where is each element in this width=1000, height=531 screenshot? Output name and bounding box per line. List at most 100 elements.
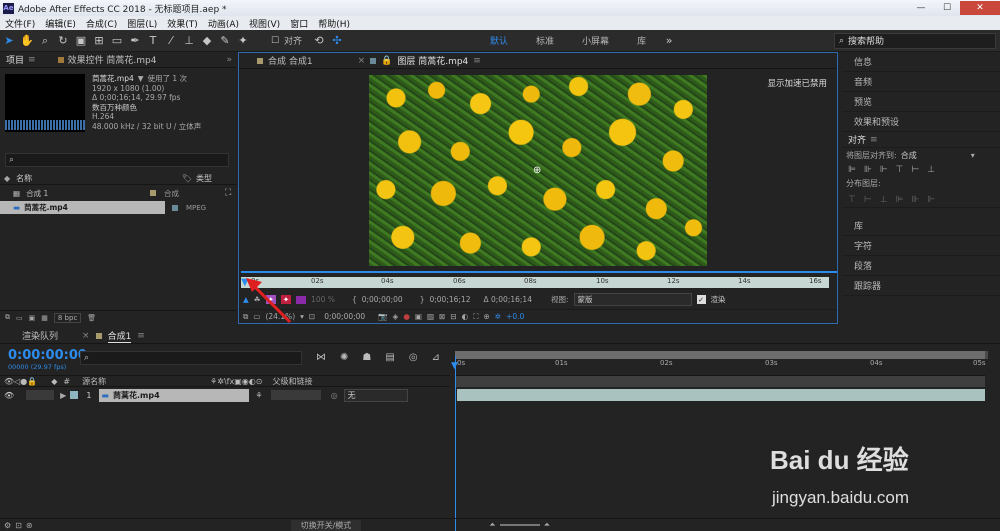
- timeline-search-input[interactable]: ⌕: [80, 351, 302, 365]
- tab-composition[interactable]: 合成 合成1: [268, 54, 313, 67]
- distribute-left-icon[interactable]: ⊫: [896, 195, 904, 205]
- align-right-icon[interactable]: ⊩: [880, 165, 888, 175]
- expand-panel-icon[interactable]: »: [226, 55, 232, 65]
- view-dropdown[interactable]: 蒙版: [573, 293, 692, 306]
- panel-libraries[interactable]: 库: [842, 216, 1000, 236]
- project-item-comp[interactable]: ▦ 合成 1 合成: [0, 187, 236, 199]
- panel-menu-icon[interactable]: ≡: [473, 56, 481, 66]
- panel-tracker[interactable]: 跟踪器: [842, 276, 1000, 296]
- draft-3d-icon[interactable]: ✺: [340, 352, 348, 363]
- workspace-small-screen[interactable]: 小屏幕: [568, 34, 623, 47]
- new-folder-icon[interactable]: ▭: [16, 314, 23, 322]
- camera-snapshot-icon[interactable]: 📷: [378, 312, 387, 321]
- rectangle-tool-icon[interactable]: ▭: [108, 32, 126, 50]
- comp-flowchart-icon[interactable]: ⋈: [316, 352, 326, 363]
- workspace-standard[interactable]: 标准: [522, 34, 568, 47]
- close-tab-icon[interactable]: ×: [358, 56, 366, 66]
- tab-layer[interactable]: 图层 茼蒿花.mp4: [397, 54, 468, 67]
- tab-render-queue[interactable]: 渲染队列: [22, 329, 58, 342]
- project-settings-icon[interactable]: ▦: [41, 314, 48, 322]
- out-timecode[interactable]: 0;00;16;12: [429, 295, 470, 304]
- channel-icon[interactable]: ●: [403, 312, 410, 321]
- align-left-icon[interactable]: ⊫: [848, 165, 856, 175]
- tab-comp1[interactable]: 合成1: [107, 329, 132, 343]
- interpret-footage-icon[interactable]: ⧉: [5, 313, 10, 322]
- camera-tool-icon[interactable]: ▣: [72, 32, 90, 50]
- pick-whip-icon[interactable]: ◎: [331, 391, 338, 400]
- parent-dropdown[interactable]: 无: [343, 388, 408, 402]
- layer-label-swatch[interactable]: [70, 391, 79, 399]
- tab-effect-controls[interactable]: 效果控件 茼蒿花.mp4: [68, 53, 157, 66]
- minimize-button[interactable]: —: [908, 1, 934, 15]
- menu-file[interactable]: 文件(F): [0, 17, 40, 30]
- modes-pane-icon[interactable]: ⊡: [15, 521, 22, 530]
- hand-tool-icon[interactable]: ✋: [18, 32, 36, 50]
- align-hcenter-icon[interactable]: ⊪: [864, 165, 872, 175]
- column-type-header[interactable]: 类型: [196, 173, 212, 184]
- layer-duration-bar[interactable]: [457, 389, 985, 401]
- column-parent[interactable]: 父级和链接: [272, 376, 312, 387]
- roto-brush-tool-icon[interactable]: ✎: [216, 32, 234, 50]
- frame-blending-icon[interactable]: ▤: [385, 352, 394, 363]
- flowchart-icon[interactable]: ⛶: [225, 188, 231, 198]
- panel-audio[interactable]: 音频: [842, 72, 1000, 92]
- brush-tool-icon[interactable]: ⁄: [162, 32, 180, 50]
- close-tab-icon[interactable]: ×: [82, 331, 90, 341]
- snap-options-icon[interactable]: ✣: [328, 32, 346, 50]
- layer-time-ruler[interactable]: 0s 02s 04s 06s 08s 10s 12s 14s 16s: [241, 277, 829, 288]
- dropdown-icon[interactable]: ▼: [138, 74, 144, 84]
- expand-layer-icon[interactable]: ▶: [60, 391, 66, 400]
- lock-icon[interactable]: 🔒: [381, 56, 392, 66]
- shy-icon[interactable]: ☗: [362, 352, 371, 363]
- menu-composition[interactable]: 合成(C): [81, 17, 122, 30]
- menu-window[interactable]: 窗口: [285, 17, 313, 30]
- distribute-right-icon[interactable]: ⊩: [927, 195, 935, 205]
- panel-menu-icon[interactable]: ≡: [137, 331, 145, 341]
- puppet-tool-icon[interactable]: ✦: [234, 32, 252, 50]
- render-checkbox[interactable]: ✓: [696, 295, 706, 304]
- out-bracket-icon[interactable]: }: [420, 295, 425, 304]
- align-top-icon[interactable]: ⊤: [896, 165, 904, 175]
- toggle-switches-modes-button[interactable]: 切换开关/模式: [290, 519, 362, 531]
- in-timecode[interactable]: 0;00;00;00: [362, 295, 403, 304]
- panel-info[interactable]: 信息: [842, 52, 1000, 72]
- distribute-vcenter-icon[interactable]: ⊢: [864, 195, 872, 205]
- align-checkbox[interactable]: ☐: [266, 32, 284, 50]
- playhead-icon[interactable]: ▼: [451, 361, 458, 371]
- type-tool-icon[interactable]: T: [144, 32, 162, 50]
- show-snapshot-icon[interactable]: ◈: [393, 312, 399, 321]
- anchor-point-icon[interactable]: ⊕: [533, 165, 541, 176]
- exposure-value[interactable]: +0.0: [506, 312, 524, 321]
- safe-margins-icon[interactable]: ⊡: [309, 312, 315, 321]
- work-area-bar[interactable]: [455, 351, 988, 359]
- time-stretch-pane-icon[interactable]: ⊛: [26, 521, 33, 530]
- shy-switch-icon[interactable]: ⚘: [255, 391, 262, 400]
- eraser-tool-icon[interactable]: ◆: [198, 32, 216, 50]
- current-time-display[interactable]: 0:00:00:00: [8, 348, 87, 363]
- flowchart-icon[interactable]: ⊕: [483, 312, 489, 321]
- panel-character[interactable]: 字符: [842, 236, 1000, 256]
- panel-paragraph[interactable]: 段落: [842, 256, 1000, 276]
- motion-blur-icon[interactable]: ◎: [409, 352, 418, 363]
- exposure-icon[interactable]: ✲: [495, 312, 501, 321]
- panel-menu-icon[interactable]: ≡: [28, 55, 36, 65]
- layer-switches-pane-icon[interactable]: ⚙: [4, 521, 11, 530]
- column-label-icon[interactable]: 🏷: [182, 174, 192, 183]
- distribute-bottom-icon[interactable]: ⊥: [880, 195, 888, 205]
- transparency-grid-icon[interactable]: ▨: [427, 312, 434, 321]
- close-button[interactable]: ✕: [960, 1, 1000, 15]
- distribute-top-icon[interactable]: ⊤: [848, 195, 856, 205]
- menu-effect[interactable]: 效果(T): [162, 17, 203, 30]
- zoom-slider[interactable]: [499, 524, 540, 526]
- region-icon[interactable]: ▣: [415, 312, 422, 321]
- views-icon[interactable]: ⊟: [450, 312, 456, 321]
- project-item-footage[interactable]: ▬ 茼蒿花.mp4: [0, 201, 165, 214]
- time-ruler[interactable]: 0s 01s 02s 03s 04s 05s: [455, 359, 988, 373]
- panel-preview[interactable]: 预览: [842, 92, 1000, 112]
- current-time-indicator[interactable]: [455, 356, 456, 531]
- menu-help[interactable]: 帮助(H): [313, 17, 355, 30]
- layer-duration-bar[interactable]: [241, 271, 837, 273]
- clone-stamp-tool-icon[interactable]: ⊥: [180, 32, 198, 50]
- av-switches[interactable]: [26, 390, 55, 400]
- pan-behind-tool-icon[interactable]: ⊞: [90, 32, 108, 50]
